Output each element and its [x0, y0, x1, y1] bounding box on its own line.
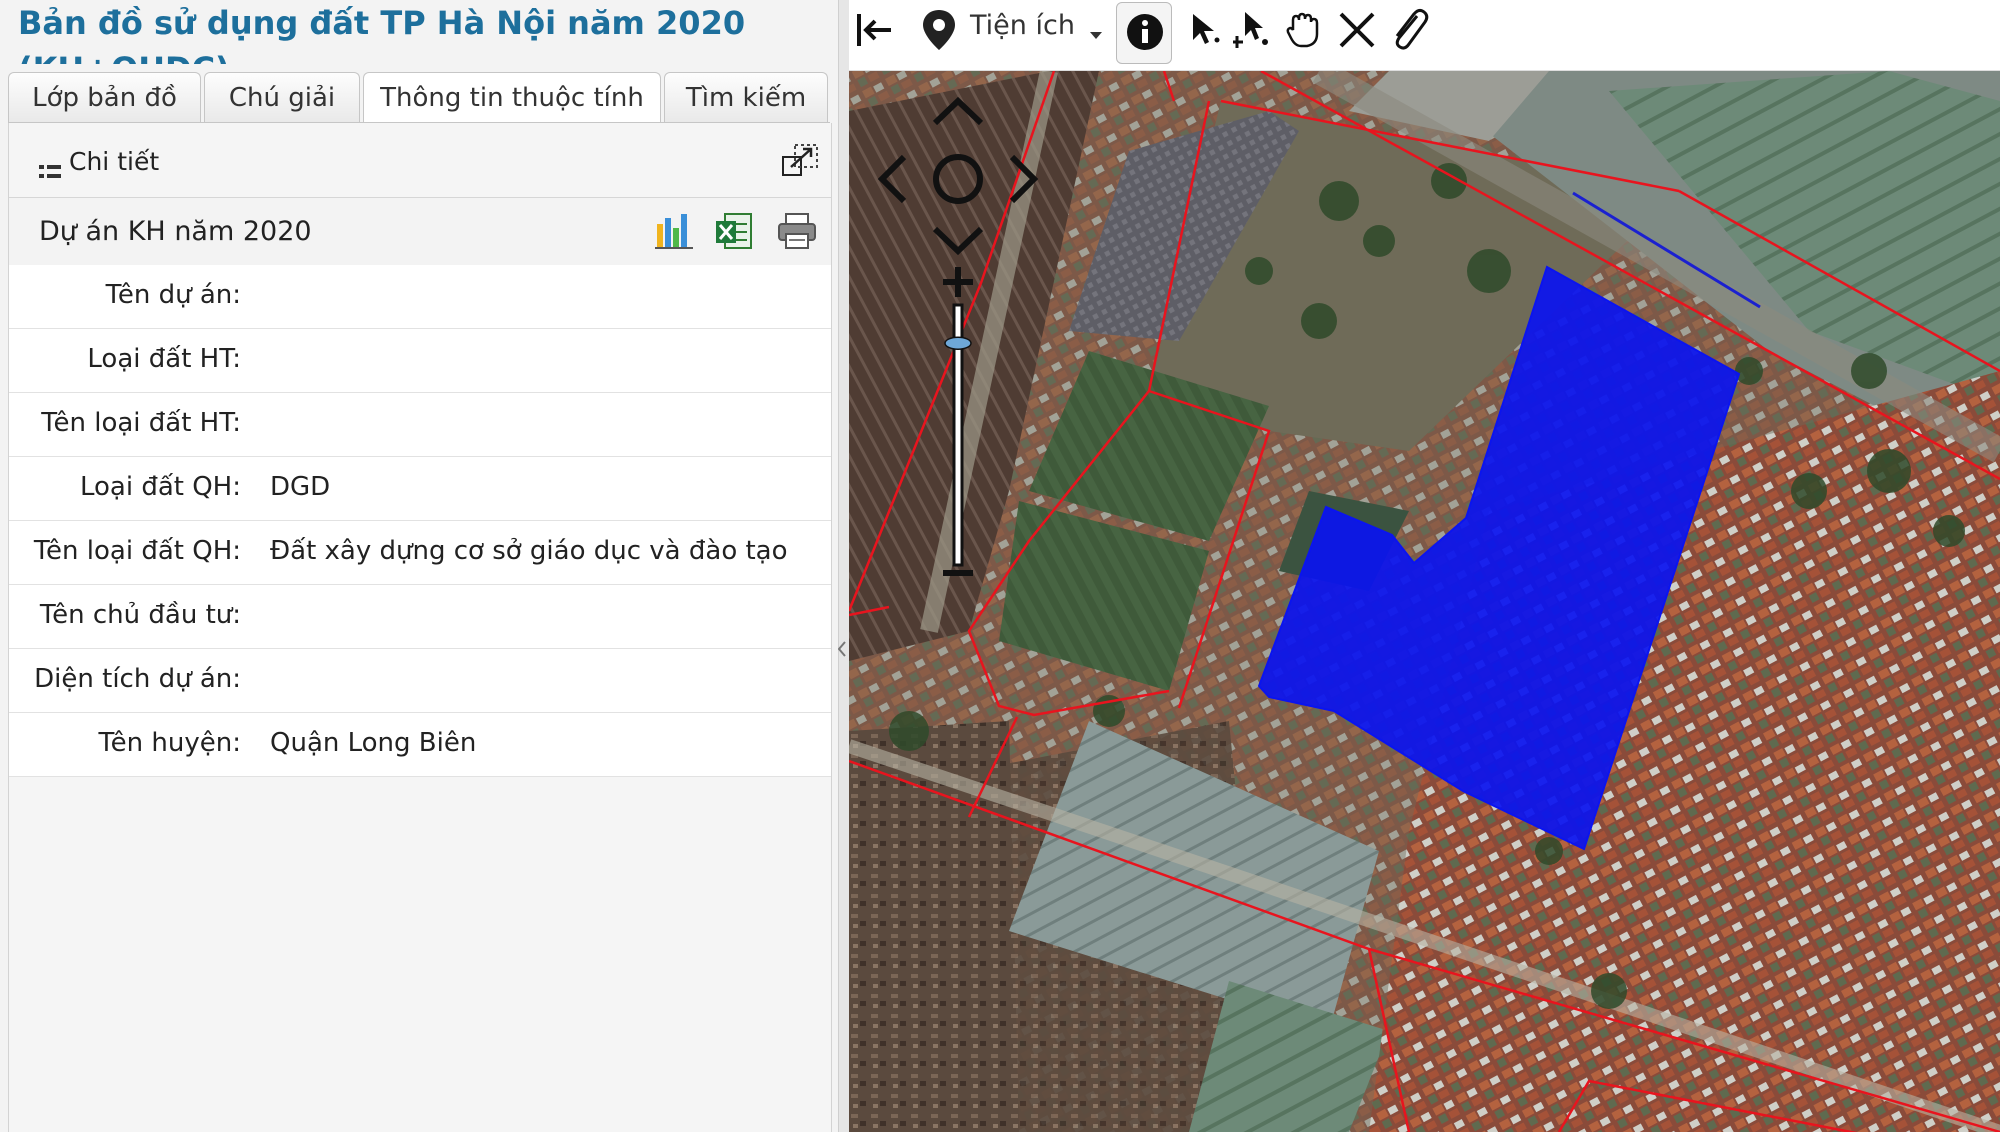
left-panel: Bản đồ sử dụng đất TP Hà Nội năm 2020 (K… — [0, 0, 838, 1132]
pan-down-icon[interactable] — [932, 226, 984, 256]
attr-label: Loại đất HT: — [87, 344, 241, 374]
attr-label: Diện tích dự án: — [34, 664, 241, 694]
select-arrow-icon[interactable] — [1189, 10, 1223, 50]
print-icon[interactable] — [777, 212, 817, 250]
location-pin-icon[interactable] — [921, 8, 957, 52]
tab-legend[interactable]: Chú giải — [204, 72, 360, 122]
panel-splitter[interactable] — [838, 0, 849, 1132]
expand-icon[interactable] — [781, 143, 819, 177]
collapse-arrow-icon[interactable] — [838, 640, 846, 658]
info-icon — [1127, 14, 1163, 50]
layer-title: Dự án KH năm 2020 — [39, 216, 312, 247]
pan-center-icon[interactable] — [933, 154, 983, 204]
tab-attribute-info[interactable]: Thông tin thuộc tính — [363, 72, 661, 125]
table-row: Loại đất QH: DGD — [9, 457, 831, 521]
zoom-slider-thumb[interactable] — [944, 336, 972, 350]
dropdown-caret-icon[interactable] — [1089, 30, 1103, 40]
layer-header: Dự án KH năm 2020 — [9, 197, 831, 267]
detail-bar: Chi tiết — [9, 123, 831, 197]
satellite-map[interactable] — [849, 71, 2000, 1132]
zoom-in-icon[interactable] — [943, 267, 973, 297]
select-add-icon[interactable] — [1233, 10, 1273, 50]
attr-label: Tên dự án: — [105, 280, 241, 310]
pan-up-icon[interactable] — [932, 96, 984, 126]
table-row: Diện tích dự án: — [9, 649, 831, 713]
tab-search[interactable]: Tìm kiếm — [664, 72, 828, 122]
clear-icon[interactable] — [1337, 10, 1377, 50]
attr-value: Quận Long Biên — [270, 728, 477, 758]
table-row: Tên loại đất QH: Đất xây dựng cơ sở giáo… — [9, 521, 831, 585]
attr-label: Loại đất QH: — [79, 472, 241, 502]
attr-value: DGD — [270, 472, 331, 502]
pan-hand-icon[interactable] — [1285, 10, 1321, 50]
attr-value: Đất xây dựng cơ sở giáo dục và đào tạo — [270, 536, 788, 566]
list-icon — [39, 165, 61, 178]
map-toolbar: Tiện ích — [849, 0, 2000, 71]
utility-menu-label[interactable]: Tiện ích — [970, 10, 1075, 41]
table-row: Tên huyện: Quận Long Biên — [9, 713, 831, 777]
table-row: Tên loại đất HT: — [9, 393, 831, 457]
info-tool-button[interactable] — [1116, 2, 1172, 64]
attr-label: Tên loại đất HT: — [41, 408, 241, 438]
map-nav-control — [877, 96, 1039, 576]
chart-icon[interactable] — [655, 212, 695, 250]
attach-icon[interactable] — [1387, 8, 1429, 52]
attr-label: Tên chủ đầu tư: — [39, 600, 241, 630]
excel-icon[interactable] — [715, 212, 755, 250]
table-row: Tên chủ đầu tư: — [9, 585, 831, 649]
table-row: Tên dự án: — [9, 265, 831, 329]
attr-label: Tên huyện: — [98, 728, 241, 758]
app-title: Bản đồ sử dụng đất TP Hà Nội năm 2020 (K… — [18, 4, 746, 64]
pan-right-icon[interactable] — [1009, 154, 1039, 204]
attribute-table: Tên dự án: Loại đất HT: Tên loại đất HT:… — [9, 265, 831, 777]
tab-map-layers[interactable]: Lớp bản đồ — [8, 72, 201, 122]
table-row: Loại đất HT: — [9, 329, 831, 393]
detail-label: Chi tiết — [69, 147, 160, 176]
attr-label: Tên loại đất QH: — [33, 536, 241, 566]
attribute-panel: Chi tiết Dự án KH năm 2020 Tên dự án: Lo… — [8, 123, 832, 1132]
back-arrow-icon[interactable] — [855, 10, 895, 50]
pan-left-icon[interactable] — [877, 154, 907, 204]
